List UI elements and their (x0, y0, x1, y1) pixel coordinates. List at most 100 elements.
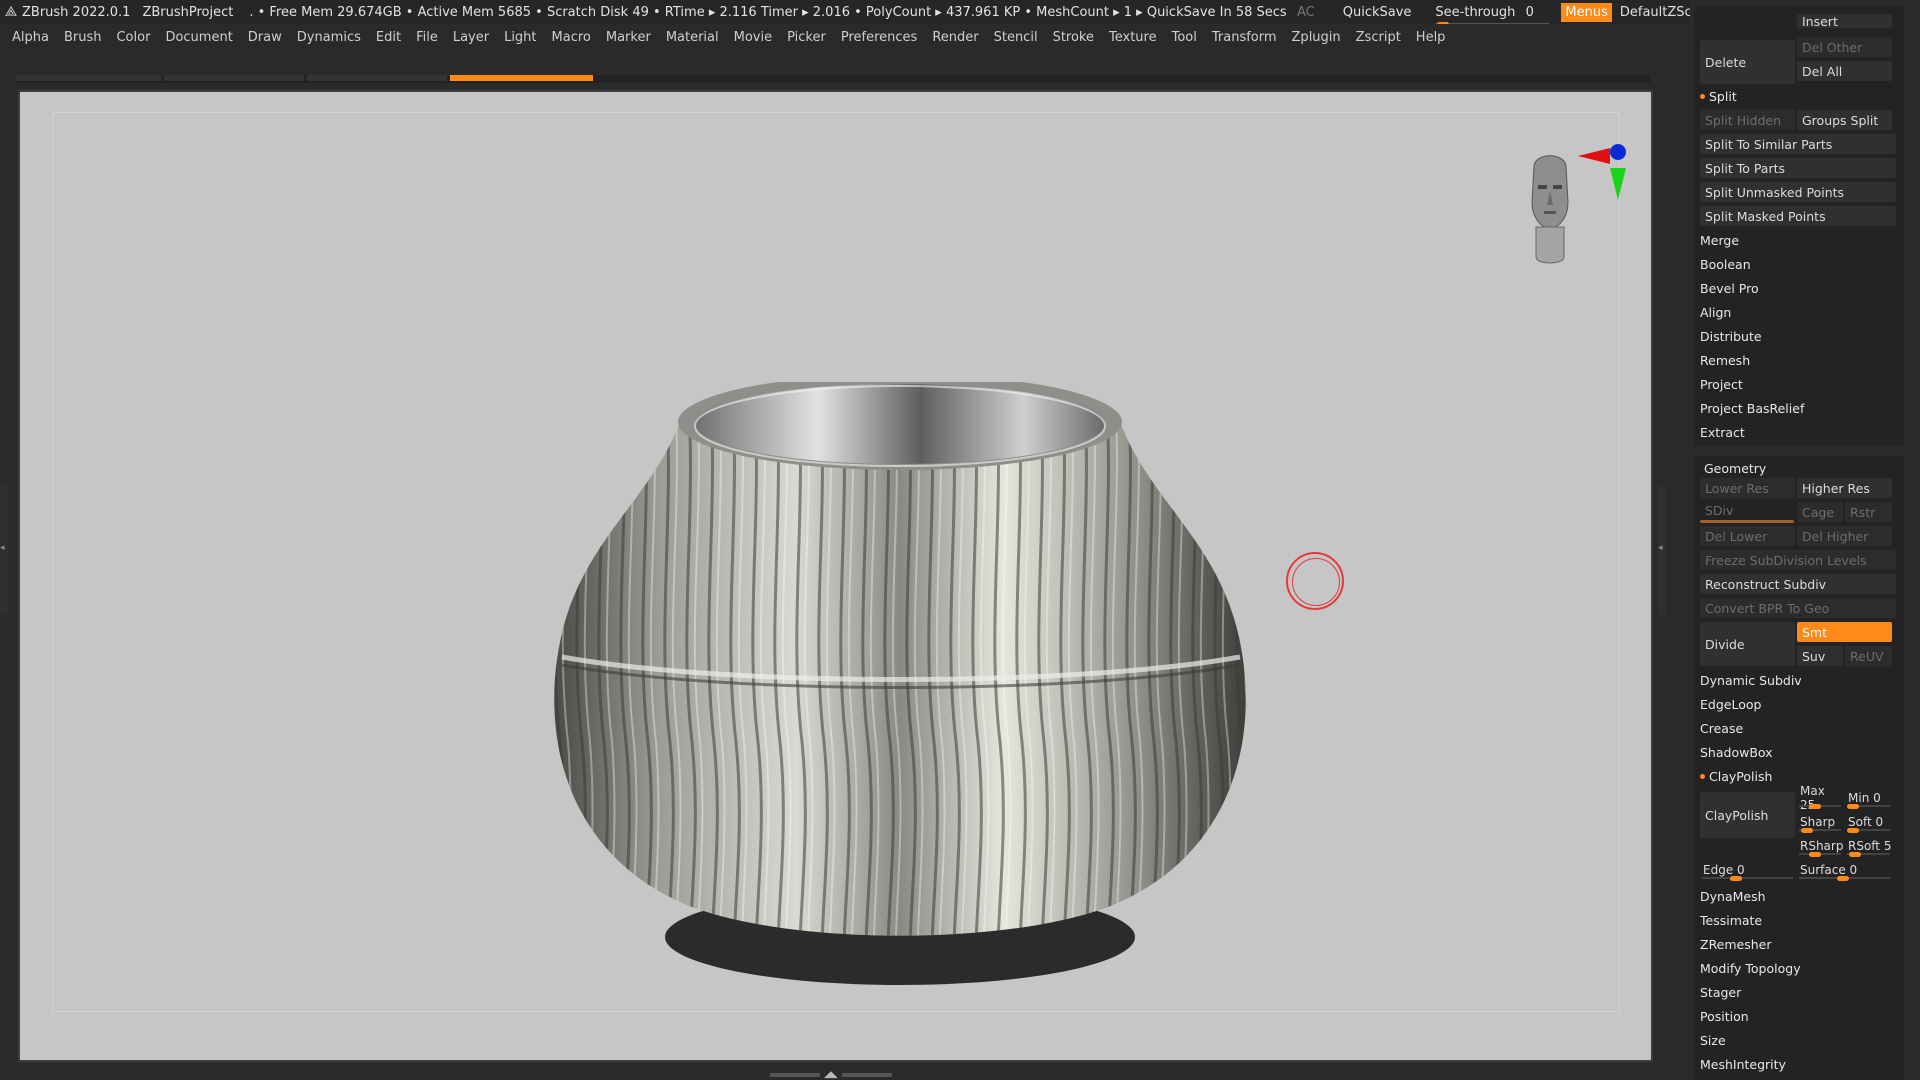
higher-res-button[interactable]: Higher Res (1797, 478, 1892, 498)
menu-color[interactable]: Color (116, 30, 150, 45)
split-masked-points-button[interactable]: Split Masked Points (1700, 206, 1896, 226)
sharp-slider[interactable]: Sharp (1797, 812, 1843, 833)
groups-split-button[interactable]: Groups Split (1797, 110, 1892, 130)
menu-layer[interactable]: Layer (453, 30, 489, 45)
modify-topology-section[interactable]: Modify Topology (1700, 958, 1801, 978)
rstr-button[interactable]: Rstr (1845, 502, 1892, 522)
bottom-tray-handle[interactable]: ◢◣ (770, 1070, 900, 1080)
edgeloop-section[interactable]: EdgeLoop (1700, 694, 1761, 714)
del-all-button[interactable]: Del All (1797, 61, 1892, 81)
menu-marker[interactable]: Marker (606, 30, 651, 45)
position-section[interactable]: Position (1700, 1006, 1749, 1026)
see-through-label: See-through (1435, 4, 1516, 20)
menu-zplugin[interactable]: Zplugin (1292, 30, 1341, 45)
remesh-section[interactable]: Remesh (1700, 350, 1750, 370)
distribute-section[interactable]: Distribute (1700, 326, 1762, 346)
menu-macro[interactable]: Macro (552, 30, 591, 45)
divide-button[interactable]: Divide (1700, 622, 1795, 666)
del-higher-button[interactable]: Del Higher (1797, 526, 1892, 546)
menu-material[interactable]: Material (666, 30, 719, 45)
tab-slot[interactable] (16, 75, 161, 81)
sdiv-slider[interactable]: SDiv (1700, 500, 1795, 520)
ac-toggle[interactable]: AC (1297, 5, 1315, 20)
boolean-section[interactable]: Boolean (1700, 254, 1751, 274)
edge-slider[interactable]: Edge 0 (1700, 860, 1795, 881)
tessimate-section[interactable]: Tessimate (1700, 910, 1762, 930)
axis-gizmo-icon[interactable] (1570, 122, 1650, 202)
freeze-subdivision-levels-button[interactable]: Freeze SubDivision Levels (1700, 550, 1896, 570)
menu-help[interactable]: Help (1416, 30, 1446, 45)
cage-button[interactable]: Cage (1797, 502, 1843, 522)
menu-file[interactable]: File (416, 30, 438, 45)
smt-toggle[interactable]: Smt (1797, 622, 1892, 642)
tab-active[interactable] (450, 75, 593, 81)
reconstruct-subdiv-button[interactable]: Reconstruct Subdiv (1700, 574, 1896, 594)
see-through-slider[interactable]: See-through 0 (1435, 4, 1550, 27)
split-header[interactable]: Split (1700, 86, 1737, 106)
right-tray-handle[interactable]: ◂ (1658, 485, 1666, 615)
menu-picker[interactable]: Picker (787, 30, 826, 45)
meshintegrity-section[interactable]: MeshIntegrity (1700, 1054, 1786, 1074)
split-unmasked-points-button[interactable]: Split Unmasked Points (1700, 182, 1896, 202)
extract-section[interactable]: Extract (1700, 422, 1745, 442)
stager-section[interactable]: Stager (1700, 982, 1741, 1002)
menu-preferences[interactable]: Preferences (841, 30, 917, 45)
min-slider[interactable]: Min 0 (1845, 788, 1892, 809)
menu-dynamics[interactable]: Dynamics (297, 30, 361, 45)
menu-render[interactable]: Render (932, 30, 978, 45)
rsoft-slider[interactable]: RSoft 5 (1845, 836, 1892, 857)
tab-slot[interactable] (307, 75, 447, 81)
tab-slot[interactable] (164, 75, 304, 81)
del-lower-button[interactable]: Del Lower (1700, 526, 1795, 546)
bevel-pro-section[interactable]: Bevel Pro (1700, 278, 1759, 298)
del-other-button[interactable]: Del Other (1797, 37, 1892, 57)
menu-alpha[interactable]: Alpha (12, 30, 49, 45)
soft-slider[interactable]: Soft 0 (1845, 812, 1892, 833)
edge-slider-label: Edge 0 (1703, 863, 1745, 877)
left-tray-handle[interactable]: ◂ (0, 485, 8, 615)
menu-brush[interactable]: Brush (64, 30, 102, 45)
shadowbox-section[interactable]: ShadowBox (1700, 742, 1773, 762)
vase-model[interactable] (530, 382, 1270, 1002)
quicksave-button[interactable]: QuickSave (1343, 5, 1412, 20)
merge-section[interactable]: Merge (1700, 230, 1739, 250)
menu-document[interactable]: Document (165, 30, 232, 45)
reuv-button[interactable]: ReUV (1845, 646, 1892, 666)
claypolish-header[interactable]: ClayPolish (1700, 766, 1772, 786)
claypolish-button[interactable]: ClayPolish (1700, 792, 1795, 838)
menu-stencil[interactable]: Stencil (994, 30, 1038, 45)
dynamic-subdiv-section[interactable]: Dynamic Subdiv (1700, 670, 1802, 690)
suv-toggle[interactable]: Suv (1797, 646, 1843, 666)
menu-draw[interactable]: Draw (248, 30, 282, 45)
rsharp-slider[interactable]: RSharp (1797, 836, 1843, 857)
menu-edit[interactable]: Edit (376, 30, 401, 45)
project-basrelief-section[interactable]: Project BasRelief (1700, 398, 1804, 418)
split-to-similar-parts-button[interactable]: Split To Similar Parts (1700, 134, 1896, 154)
split-to-parts-button[interactable]: Split To Parts (1700, 158, 1896, 178)
delete-button[interactable]: Delete (1700, 40, 1795, 84)
document-canvas[interactable] (18, 90, 1653, 1062)
size-section[interactable]: Size (1700, 1030, 1726, 1050)
insert-button[interactable]: Insert (1797, 14, 1892, 28)
menu-texture[interactable]: Texture (1109, 30, 1157, 45)
convert-bpr-to-geo-button[interactable]: Convert BPR To Geo (1700, 598, 1896, 618)
menu-movie[interactable]: Movie (734, 30, 772, 45)
menu-transform[interactable]: Transform (1212, 30, 1277, 45)
menu-light[interactable]: Light (504, 30, 536, 45)
zremesher-section[interactable]: ZRemesher (1700, 934, 1772, 954)
menu-stroke[interactable]: Stroke (1053, 30, 1094, 45)
status-readout: . • Free Mem 29.674GB • Active Mem 5685 … (249, 4, 1287, 20)
max-slider[interactable]: Max 25 (1797, 784, 1843, 812)
project-section[interactable]: Project (1700, 374, 1743, 394)
crease-section[interactable]: Crease (1700, 718, 1743, 738)
lower-res-button[interactable]: Lower Res (1700, 478, 1795, 498)
dynamesh-section[interactable]: DynaMesh (1700, 886, 1766, 906)
zbrush-logo-icon: ⟁ (4, 4, 18, 20)
split-hidden-button[interactable]: Split Hidden (1700, 110, 1795, 130)
geometry-header[interactable]: Geometry (1704, 458, 1766, 478)
align-section[interactable]: Align (1700, 302, 1731, 322)
menu-tool[interactable]: Tool (1172, 30, 1197, 45)
menu-zscript[interactable]: Zscript (1356, 30, 1401, 45)
surface-slider[interactable]: Surface 0 (1797, 860, 1892, 881)
menus-toggle-button[interactable]: Menus (1561, 2, 1612, 22)
